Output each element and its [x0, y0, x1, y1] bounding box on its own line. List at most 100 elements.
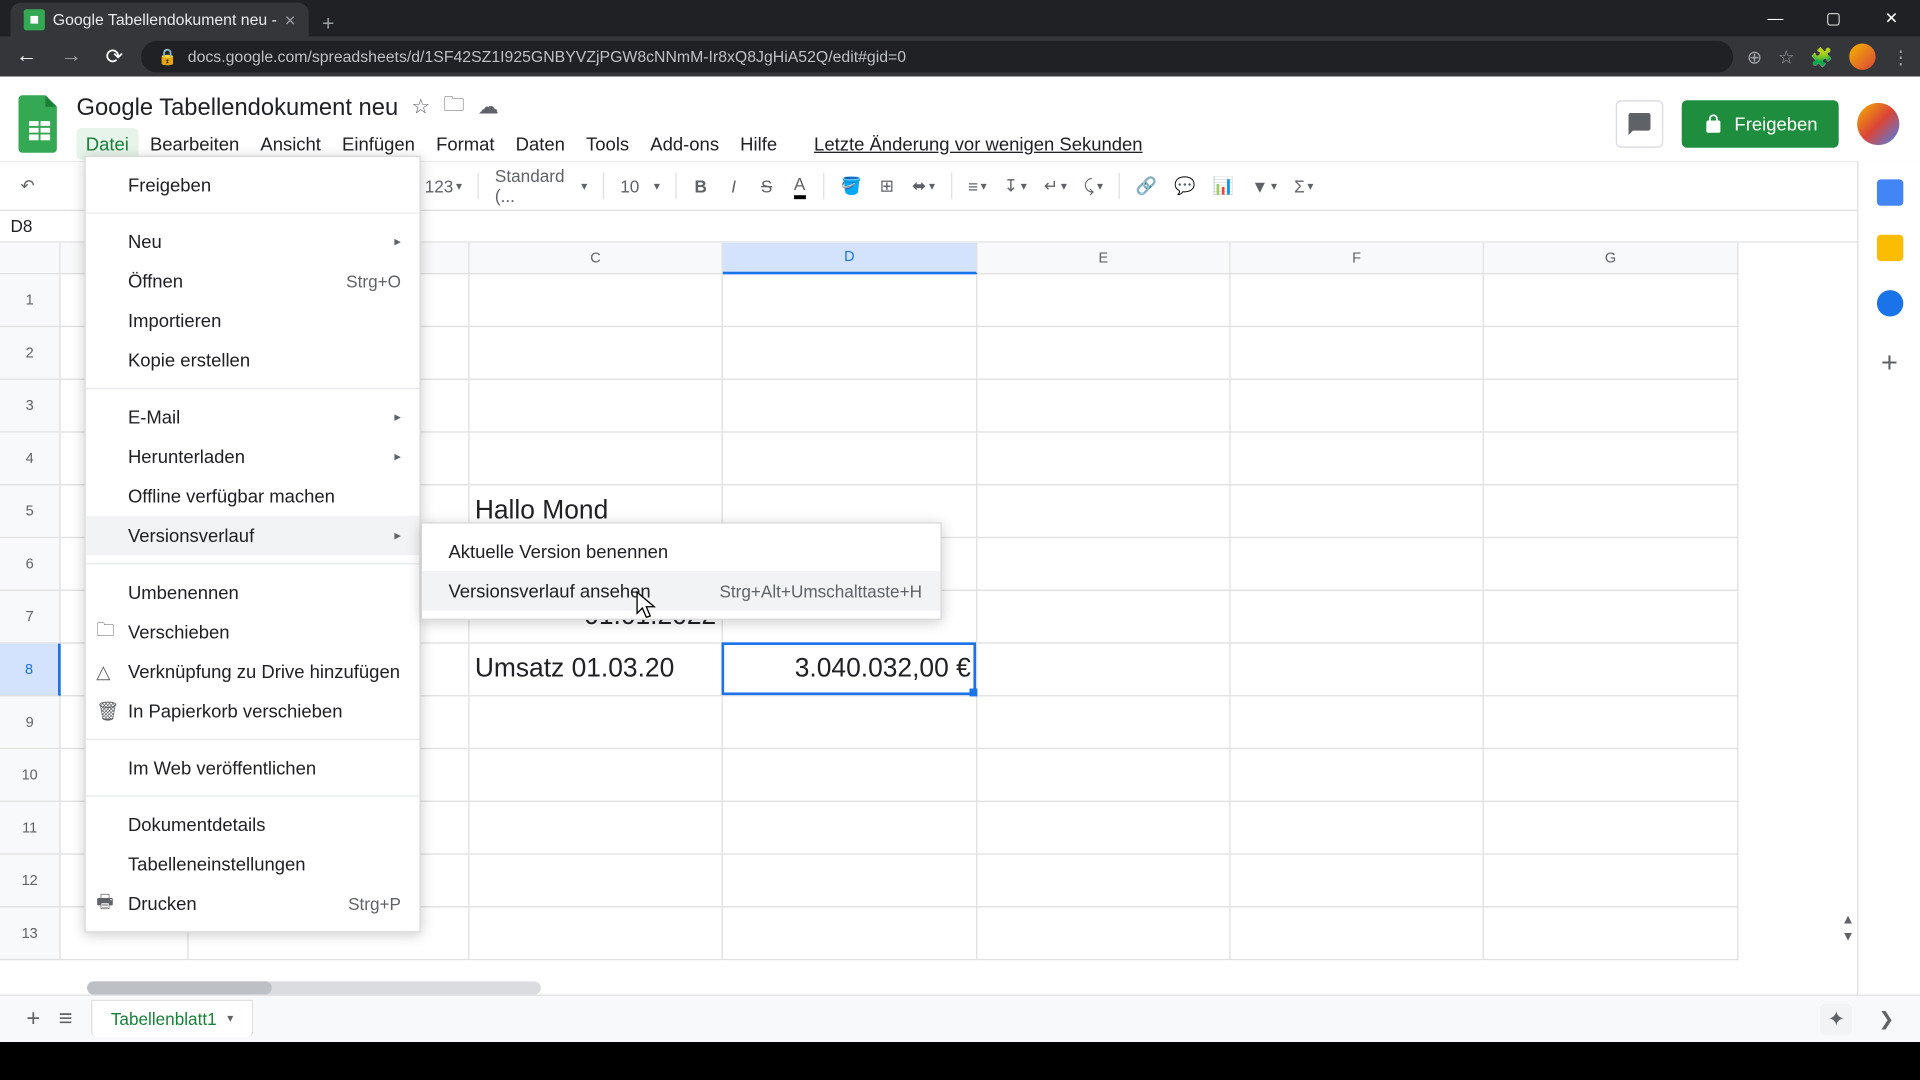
- cell[interactable]: [470, 274, 723, 327]
- cell[interactable]: [1484, 327, 1739, 380]
- cell[interactable]: [1484, 644, 1739, 697]
- cell[interactable]: [977, 485, 1230, 538]
- submenu-item-benennen[interactable]: Aktuelle Version benennen: [422, 532, 940, 572]
- cell[interactable]: [1484, 538, 1739, 591]
- cell[interactable]: [470, 907, 723, 960]
- column-header[interactable]: D: [723, 243, 978, 275]
- menu-item-papierkorb[interactable]: 🗑In Papierkorb verschieben: [86, 691, 420, 731]
- merge-cells-icon[interactable]: ⬌▾: [905, 170, 941, 202]
- menu-tools[interactable]: Tools: [577, 127, 639, 159]
- cell[interactable]: [470, 749, 723, 802]
- add-sheet-button[interactable]: +: [26, 1005, 40, 1033]
- cell[interactable]: [1231, 327, 1484, 380]
- cell[interactable]: [977, 696, 1230, 749]
- v-align-icon[interactable]: ↧▾: [997, 170, 1033, 202]
- borders-icon[interactable]: ⊞: [872, 170, 901, 202]
- row-header[interactable]: 6: [0, 538, 61, 591]
- link-icon[interactable]: 🔗: [1129, 170, 1164, 202]
- menu-item-importieren[interactable]: Importieren: [86, 301, 420, 341]
- last-edit-link[interactable]: Letzte Änderung vor wenigen Sekunden: [805, 127, 1152, 159]
- cell[interactable]: [977, 380, 1230, 433]
- bold-icon[interactable]: B: [686, 171, 715, 201]
- wrap-icon[interactable]: ↵▾: [1037, 170, 1073, 202]
- menu-item-versionsverlauf[interactable]: Versionsverlauf▸: [86, 516, 420, 556]
- select-all-corner[interactable]: [0, 243, 61, 275]
- close-tab-icon[interactable]: ×: [285, 9, 296, 30]
- bookmark-icon[interactable]: ☆: [1778, 46, 1795, 68]
- menu-item-im-web[interactable]: Im Web veröffentlichen: [86, 748, 420, 788]
- browser-menu-icon[interactable]: ⋮: [1891, 46, 1909, 68]
- cell[interactable]: [470, 380, 723, 433]
- strikethrough-icon[interactable]: S: [752, 171, 781, 201]
- back-icon[interactable]: ←: [11, 45, 43, 69]
- cell[interactable]: [1231, 485, 1484, 538]
- maximize-icon[interactable]: ▢: [1804, 0, 1862, 37]
- cell[interactable]: [1484, 855, 1739, 908]
- all-sheets-button[interactable]: ≡: [59, 1005, 73, 1033]
- cell[interactable]: [977, 274, 1230, 327]
- italic-icon[interactable]: I: [719, 171, 748, 201]
- menu-item-details[interactable]: Dokumentdetails: [86, 805, 420, 845]
- row-header[interactable]: 3: [0, 380, 61, 433]
- cell[interactable]: [977, 749, 1230, 802]
- calendar-icon[interactable]: [1876, 179, 1902, 205]
- fill-color-icon[interactable]: 🪣: [834, 170, 869, 202]
- menu-format[interactable]: Format: [427, 127, 504, 159]
- cell[interactable]: [470, 696, 723, 749]
- document-title[interactable]: Google Tabellendokument neu: [77, 93, 399, 121]
- menu-item-neu[interactable]: Neu▸: [86, 222, 420, 262]
- menu-item-herunterladen[interactable]: Herunterladen▸: [86, 437, 420, 477]
- cell[interactable]: [1231, 855, 1484, 908]
- filter-icon[interactable]: ▼▾: [1245, 171, 1284, 201]
- cell[interactable]: [723, 696, 978, 749]
- profile-avatar-icon[interactable]: [1849, 44, 1875, 70]
- insert-comment-icon[interactable]: 💬: [1168, 170, 1203, 202]
- row-header[interactable]: 11: [0, 802, 61, 855]
- cell[interactable]: 3.040.032,00 €: [723, 644, 978, 697]
- cell[interactable]: [1231, 907, 1484, 960]
- menu-item-email[interactable]: E-Mail▸: [86, 397, 420, 437]
- row-header[interactable]: 7: [0, 591, 61, 644]
- text-color-icon[interactable]: A: [785, 168, 814, 204]
- cell[interactable]: [1484, 696, 1739, 749]
- scrollbar-thumb[interactable]: [87, 981, 272, 994]
- column-header[interactable]: E: [977, 243, 1230, 275]
- menu-item-umbenennen[interactable]: Umbenennen: [86, 572, 420, 612]
- cell[interactable]: [977, 907, 1230, 960]
- cell[interactable]: [470, 802, 723, 855]
- menu-item-verschieben[interactable]: 🗀Verschieben: [86, 612, 420, 652]
- menu-item-kopie[interactable]: Kopie erstellen: [86, 340, 420, 380]
- share-button[interactable]: Freigeben: [1682, 100, 1839, 147]
- add-addon-icon[interactable]: +: [1881, 346, 1898, 380]
- cell[interactable]: [1231, 696, 1484, 749]
- menu-item-offline[interactable]: Offline verfügbar machen: [86, 476, 420, 516]
- menu-bearbeiten[interactable]: Bearbeiten: [141, 127, 249, 159]
- cell[interactable]: [1484, 907, 1739, 960]
- cell[interactable]: [1484, 274, 1739, 327]
- cloud-status-icon[interactable]: ☁: [478, 94, 499, 120]
- comments-button[interactable]: [1616, 100, 1663, 147]
- cell[interactable]: [1484, 802, 1739, 855]
- cell[interactable]: [1231, 591, 1484, 644]
- row-header[interactable]: 13: [0, 907, 61, 960]
- cell[interactable]: [1484, 749, 1739, 802]
- row-header[interactable]: 5: [0, 485, 61, 538]
- column-header[interactable]: F: [1231, 243, 1484, 275]
- cell[interactable]: [977, 855, 1230, 908]
- browser-tab[interactable]: Google Tabellendokument neu - ×: [11, 3, 309, 37]
- row-header[interactable]: 2: [0, 327, 61, 380]
- cell[interactable]: [977, 538, 1230, 591]
- cell[interactable]: [977, 644, 1230, 697]
- url-input[interactable]: 🔒 docs.google.com/spreadsheets/d/1SF42SZ…: [142, 41, 1734, 73]
- menu-item-oeffnen[interactable]: ÖffnenStrg+O: [86, 261, 420, 301]
- cell[interactable]: [723, 855, 978, 908]
- cell[interactable]: Umsatz 01.03.20: [470, 644, 723, 697]
- column-header[interactable]: C: [470, 243, 723, 275]
- row-header[interactable]: 12: [0, 855, 61, 908]
- row-header[interactable]: 4: [0, 433, 61, 486]
- font-size-dropdown[interactable]: 10▾: [614, 171, 667, 201]
- reload-icon[interactable]: ⟳: [100, 44, 128, 70]
- cell[interactable]: [723, 327, 978, 380]
- cell[interactable]: [977, 591, 1230, 644]
- sheets-logo-icon[interactable]: [16, 92, 63, 155]
